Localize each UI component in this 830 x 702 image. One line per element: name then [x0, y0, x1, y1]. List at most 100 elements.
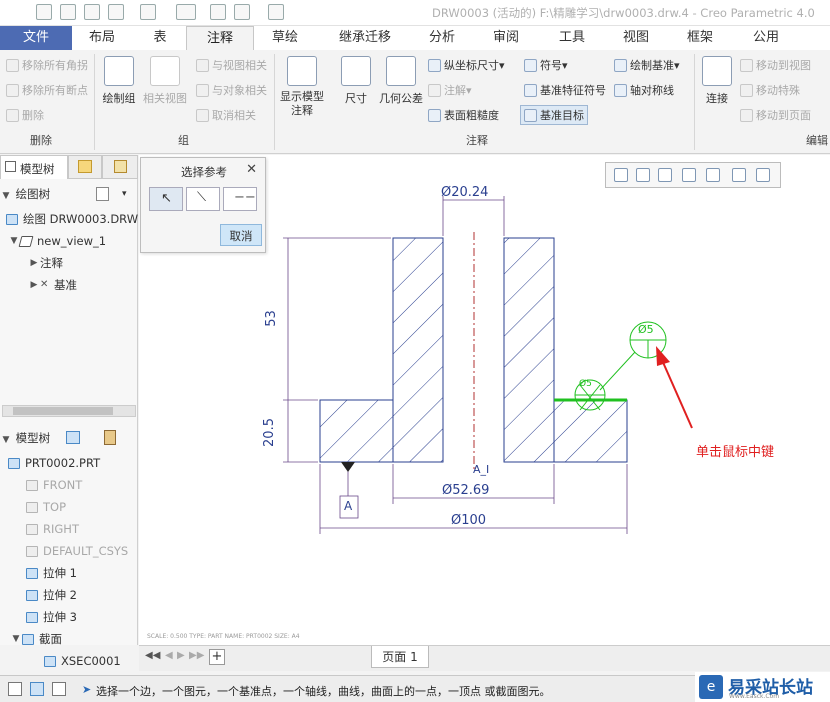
datum-triangle[interactable] — [341, 462, 355, 472]
dimension-height-20[interactable]: 20.5 — [262, 418, 277, 447]
tree-item-drawing[interactable]: 绘图 DRW0003.DRW — [6, 209, 138, 229]
tools-icon[interactable] — [104, 430, 116, 445]
draw-group-button[interactable]: 绘制组 — [100, 56, 138, 106]
select-box-icon[interactable] — [176, 4, 196, 20]
refit-icon[interactable] — [614, 168, 628, 182]
ordinate-dimension-button[interactable]: 纵坐标尺寸 ▾ — [428, 57, 505, 73]
scrollbar-thumb[interactable] — [13, 407, 113, 415]
prev-sheet-icon[interactable]: ◀ — [165, 650, 173, 661]
last-sheet-icon[interactable]: ▶▶ — [189, 650, 204, 661]
surface-finish-button[interactable]: 表面粗糙度 — [428, 107, 499, 123]
tab-frame[interactable]: 框架 — [678, 26, 722, 50]
collapse-arrow-icon[interactable]: ▼ — [8, 231, 20, 251]
close-icon[interactable]: ✕ — [246, 162, 257, 177]
chevron-down-icon[interactable]: ▾ — [122, 183, 127, 205]
tree-item-right-plane[interactable]: RIGHT — [26, 519, 79, 539]
close-window-icon[interactable] — [268, 4, 284, 20]
symbol-button[interactable]: 符号 ▾ — [524, 57, 568, 73]
navigator-icon[interactable] — [30, 682, 44, 696]
next-sheet-icon[interactable]: ▶ — [177, 650, 185, 661]
tree-item-xsec[interactable]: XSEC0001 — [44, 651, 121, 671]
new-icon[interactable] — [36, 4, 52, 20]
section-label[interactable]: A_I — [473, 463, 489, 476]
related-view-button[interactable]: 相关视图 — [142, 56, 188, 106]
datum-target-label[interactable]: Ø5 — [638, 323, 654, 336]
tree-item-extrude-2[interactable]: 拉伸 2 — [26, 585, 77, 605]
datum-target-small-label[interactable]: Ø5 — [579, 379, 592, 389]
tab-favorites[interactable] — [102, 155, 138, 179]
cancel-button[interactable]: 取消 — [220, 224, 262, 246]
part-section-view[interactable] — [319, 232, 628, 470]
select-edge-button[interactable]: ⟍ — [186, 187, 220, 211]
tree-item-datums[interactable]: ▶ ✕ 基准 — [28, 275, 77, 295]
layout-icon[interactable] — [8, 682, 22, 696]
fullscreen-icon[interactable] — [52, 682, 66, 696]
relate-to-view-button[interactable]: 与视图相关 — [196, 57, 267, 73]
save-icon[interactable] — [84, 4, 100, 20]
redo-icon[interactable] — [140, 4, 156, 20]
sheet-icon[interactable] — [732, 168, 746, 182]
windows-icon[interactable] — [234, 4, 250, 20]
tree-item-sections[interactable]: ▼ 截面 — [10, 629, 62, 649]
zoom-out-icon[interactable] — [658, 168, 672, 182]
tab-tools[interactable]: 工具 — [550, 26, 594, 50]
tab-page-1[interactable]: 页面 1 — [371, 646, 429, 668]
collapse-arrow-icon[interactable]: ▼ — [0, 185, 12, 207]
select-pointer-button[interactable]: ↖ — [149, 187, 183, 211]
tab-layout[interactable]: 布局 — [80, 26, 124, 50]
datum-display-icon[interactable] — [756, 168, 770, 182]
unrelate-button[interactable]: 取消相关 — [196, 107, 256, 123]
dimension-button[interactable]: 尺寸 — [338, 56, 374, 106]
datum-feature-symbol-button[interactable]: 基准特征符号 — [524, 82, 606, 98]
axis-symmetry-button[interactable]: 轴对称线 — [614, 82, 674, 98]
tree-item-annotations[interactable]: ▶ 注释 — [28, 253, 63, 273]
dimension-top[interactable]: Ø20.24 — [441, 185, 488, 200]
relate-to-object-button[interactable]: 与对象相关 — [196, 82, 267, 98]
tree-item-top-plane[interactable]: TOP — [26, 497, 66, 517]
tree-settings-icon[interactable] — [96, 187, 109, 201]
tab-table[interactable]: 表 — [140, 26, 180, 50]
select-intersection-button[interactable]: −− — [223, 187, 257, 211]
tree-item-part[interactable]: PRT0002.PRT — [8, 453, 100, 473]
open-icon[interactable] — [60, 4, 76, 20]
tab-annotate[interactable]: 注释 — [186, 26, 254, 50]
collapse-arrow-icon[interactable]: ▼ — [0, 429, 12, 451]
expand-arrow-icon[interactable]: ▶ — [28, 275, 40, 295]
first-sheet-icon[interactable]: ◀◀ — [145, 650, 160, 661]
note-button[interactable]: 注解 ▾ — [428, 82, 472, 98]
undo-icon[interactable] — [108, 4, 124, 20]
tree-item-view[interactable]: ▼ new_view_1 — [8, 231, 107, 251]
tree-item-default-csys[interactable]: DEFAULT_CSYS — [26, 541, 128, 561]
tab-folder-browser[interactable] — [68, 155, 102, 179]
tab-legacy-migration[interactable]: 继承迁移 — [322, 26, 408, 50]
display-style-icon[interactable] — [706, 168, 720, 182]
tree-item-extrude-1[interactable]: 拉伸 1 — [26, 563, 77, 583]
tab-common[interactable]: 公用 — [744, 26, 788, 50]
show-model-annotations-button[interactable]: 显示模型 注释 — [278, 56, 326, 118]
move-special-button[interactable]: 移动特殊 — [740, 82, 800, 98]
add-sheet-button[interactable]: + — [209, 649, 225, 665]
remove-all-jogs-button[interactable]: 移除所有角拐 — [6, 57, 88, 73]
gtol-button[interactable]: 几何公差 — [378, 56, 424, 106]
show-icon[interactable] — [66, 431, 80, 444]
connect-button[interactable]: 连接 — [700, 56, 734, 106]
tab-view[interactable]: 视图 — [614, 26, 658, 50]
tab-review[interactable]: 审阅 — [484, 26, 528, 50]
horizontal-scrollbar[interactable] — [2, 405, 136, 417]
tab-file[interactable]: 文件 — [0, 26, 72, 50]
tab-analysis[interactable]: 分析 — [420, 26, 464, 50]
datum-target-button[interactable]: 基准目标 — [520, 105, 588, 125]
delete-button[interactable]: 删除 — [6, 107, 44, 123]
regenerate-icon[interactable] — [210, 4, 226, 20]
move-to-view-button[interactable]: 移动到视图 — [740, 57, 811, 73]
draw-datum-button[interactable]: 绘制基准 ▾ — [614, 57, 680, 73]
tree-item-extrude-3[interactable]: 拉伸 3 — [26, 607, 77, 627]
zoom-in-icon[interactable] — [636, 168, 650, 182]
move-to-page-button[interactable]: 移动到页面 — [740, 107, 811, 123]
repaint-icon[interactable] — [682, 168, 696, 182]
datum-label[interactable]: A — [344, 499, 352, 513]
tab-sketch[interactable]: 草绘 — [262, 26, 308, 50]
remove-all-breaks-button[interactable]: 移除所有断点 — [6, 82, 88, 98]
dimension-bottom[interactable]: Ø100 — [451, 513, 486, 528]
tree-item-front-plane[interactable]: FRONT — [26, 475, 82, 495]
